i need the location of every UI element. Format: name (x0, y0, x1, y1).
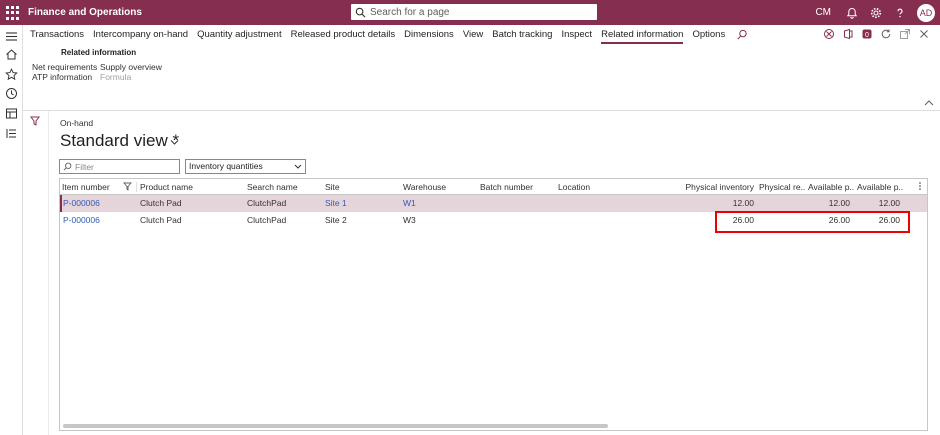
notification-count: 0 (865, 32, 869, 39)
col-header-available-physical-2[interactable]: Available p... (857, 182, 903, 192)
open-new-window-icon[interactable] (899, 28, 911, 40)
close-icon[interactable] (918, 28, 930, 40)
col-header-physical-inventory[interactable]: Physical inventory (680, 182, 754, 192)
warehouse-link[interactable]: W1 (403, 198, 416, 208)
tab-released-product-details[interactable]: Released product details (291, 25, 396, 45)
col-header-location[interactable]: Location (558, 182, 628, 192)
site-cell: Site 2 (325, 215, 347, 225)
chevron-down-icon (294, 164, 302, 169)
office-icon[interactable] (842, 28, 854, 40)
tab-dimensions[interactable]: Dimensions (404, 25, 454, 45)
search-box[interactable]: Search for a page (351, 4, 597, 20)
col-header-search-name[interactable]: Search name (247, 182, 317, 192)
tab-batch-tracking[interactable]: Batch tracking (492, 25, 552, 45)
product-name-cell: Clutch Pad (140, 198, 182, 208)
search-icon (63, 162, 72, 171)
col-header-product-name[interactable]: Product name (140, 182, 240, 192)
refresh-icon[interactable] (880, 28, 892, 40)
col-header-batch-number[interactable]: Batch number (480, 182, 550, 192)
search-icon (355, 7, 366, 17)
tab-view[interactable]: View (463, 25, 483, 45)
favorites-star-icon[interactable] (5, 68, 18, 81)
group-title-related-information: Related information (61, 48, 137, 57)
available-physical-2-cell: 12.00 (878, 198, 900, 208)
home-icon[interactable] (5, 48, 18, 61)
hamburger-menu-icon[interactable] (5, 30, 18, 43)
available-physical-cell: 12.00 (828, 198, 850, 208)
filter-pane-divider (48, 111, 49, 435)
search-name-cell: ClutchPad (247, 198, 287, 208)
top-bar: Finance and Operations Search for a page… (0, 0, 940, 25)
site-link[interactable]: Site 1 (325, 198, 347, 208)
grid-filter-field[interactable] (59, 159, 180, 174)
item-number-link[interactable]: P-000006 (63, 198, 100, 208)
chevron-down-icon[interactable] (170, 139, 179, 146)
col-header-item-number[interactable]: Item number (62, 182, 120, 192)
net-requirements-button[interactable]: Net requirements (32, 62, 97, 72)
grid-header: Item number Product name Search name Sit… (60, 179, 927, 195)
product-name-cell: Clutch Pad (140, 215, 182, 225)
col-header-site[interactable]: Site (325, 182, 395, 192)
action-tabs: Transactions Intercompany on-hand Quanti… (23, 25, 748, 45)
item-number-link[interactable]: P-000006 (63, 215, 100, 225)
tab-related-information[interactable]: Related information (601, 25, 684, 45)
action-pane: Transactions Intercompany on-hand Quanti… (23, 25, 940, 111)
col-header-warehouse[interactable]: Warehouse (403, 182, 473, 192)
company-picker[interactable]: CM (815, 7, 831, 18)
app-title[interactable]: Finance and Operations (28, 7, 142, 18)
workspaces-icon[interactable] (5, 107, 18, 120)
search-name-cell: ClutchPad (247, 215, 287, 225)
tab-intercompany-on-hand[interactable]: Intercompany on-hand (93, 25, 188, 45)
col-header-physical-reserved[interactable]: Physical re... (759, 182, 805, 192)
horizontal-scrollbar[interactable] (63, 424, 608, 428)
more-options-icon[interactable] (918, 181, 922, 191)
gear-icon[interactable] (869, 6, 883, 20)
dimension-select[interactable]: Inventory quantities (185, 159, 306, 174)
bell-icon[interactable] (845, 6, 859, 20)
column-filter-icon[interactable] (123, 182, 132, 191)
annotation-highlight-box (715, 211, 910, 233)
action-search-icon[interactable] (737, 29, 748, 40)
attachments-badge-icon[interactable]: 0 (861, 28, 873, 40)
page-caption: On-hand (60, 118, 94, 128)
column-divider (136, 182, 137, 192)
collapse-chevron-up-icon[interactable] (924, 99, 934, 107)
navigation-rail (0, 25, 23, 435)
view-selector[interactable]: Standard view * (60, 131, 179, 151)
recent-clock-icon[interactable] (5, 87, 18, 100)
warehouse-cell: W3 (403, 215, 416, 225)
tab-quantity-adjustment[interactable]: Quantity adjustment (197, 25, 282, 45)
help-icon[interactable] (893, 6, 907, 20)
atp-information-button[interactable]: ATP information (32, 72, 92, 82)
formula-button[interactable]: Formula (100, 72, 131, 82)
power-apps-icon[interactable] (823, 28, 835, 40)
filter-input[interactable] (75, 161, 175, 172)
table-row[interactable]: P-000006 Clutch Pad ClutchPad Site 1 W1 … (60, 195, 927, 212)
avatar[interactable]: AD (917, 3, 935, 22)
filter-funnel-icon[interactable] (30, 116, 40, 126)
supply-overview-button[interactable]: Supply overview (100, 62, 162, 72)
dimension-select-value: Inventory quantities (189, 161, 263, 171)
col-header-available-physical[interactable]: Available p... (808, 182, 854, 192)
tab-transactions[interactable]: Transactions (30, 25, 84, 45)
search-placeholder: Search for a page (370, 6, 450, 18)
modules-list-icon[interactable] (5, 127, 18, 140)
tab-inspect[interactable]: Inspect (561, 25, 592, 45)
physical-inventory-cell: 12.00 (732, 198, 754, 208)
app-launcher-icon[interactable] (6, 6, 20, 20)
tab-options[interactable]: Options (692, 25, 725, 45)
